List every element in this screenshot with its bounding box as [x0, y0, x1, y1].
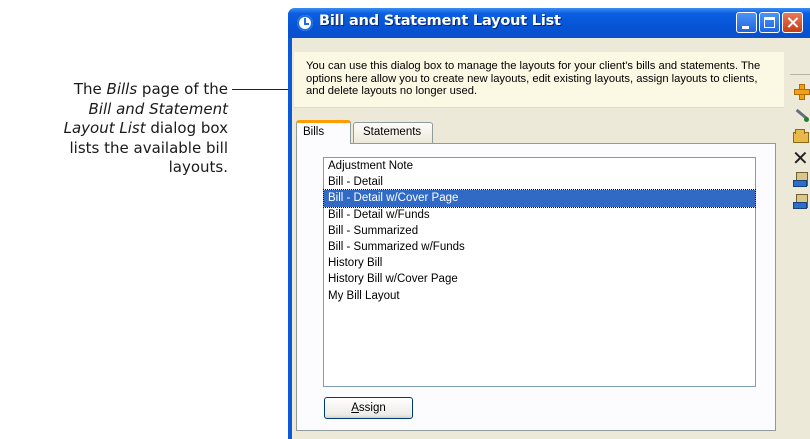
list-item[interactable]: Bill - Summarized w/Funds	[324, 239, 755, 255]
callout-leader-line	[232, 89, 296, 90]
list-item[interactable]: History Bill w/Cover Page	[324, 271, 755, 287]
tab-statements[interactable]: Statements	[353, 122, 433, 143]
assign-mnemonic: A	[351, 402, 359, 414]
maximize-button[interactable]	[759, 12, 780, 33]
callout-line1: The	[73, 80, 107, 98]
assign-button[interactable]: Assign	[324, 397, 413, 419]
close-button[interactable]	[782, 12, 803, 33]
open-folder-icon[interactable]	[792, 126, 810, 146]
list-item[interactable]: History Bill	[324, 255, 755, 271]
list-item[interactable]: My Bill Layout	[324, 288, 755, 304]
minimize-button[interactable]	[736, 12, 757, 33]
dialog-client-area: You can use this dialog box to manage th…	[292, 38, 810, 439]
delete-icon[interactable]: ✕	[792, 148, 810, 168]
toolbar-separator	[790, 74, 810, 75]
edit-icon[interactable]	[792, 104, 810, 124]
list-item[interactable]: Adjustment Note	[324, 158, 755, 174]
callout-line1b: page of the	[137, 80, 228, 98]
bills-tab-panel: Adjustment Note Bill - Detail Bill - Det…	[296, 143, 776, 431]
assign-label-rest: ssign	[358, 402, 386, 414]
list-item[interactable]: Bill - Summarized	[324, 223, 755, 239]
list-item-selected[interactable]: Bill - Detail w/Cover Page	[323, 189, 756, 208]
info-text: You can use this dialog box to manage th…	[306, 60, 761, 97]
title-bar[interactable]: Bill and Statement Layout List	[288, 8, 810, 38]
dialog-window: Bill and Statement Layout List You can u…	[288, 8, 810, 439]
assign-icon[interactable]	[792, 170, 810, 190]
add-icon[interactable]	[792, 82, 810, 102]
info-banner: You can use this dialog box to manage th…	[294, 52, 784, 108]
tab-bills[interactable]: Bills	[296, 120, 351, 144]
list-item[interactable]: Bill - Detail	[324, 174, 755, 190]
callout-text: The Bills page of the Bill and Statement…	[60, 80, 228, 178]
side-toolbar: ✕	[786, 52, 810, 262]
callout-bills-word: Bills	[106, 80, 138, 98]
clock-app-icon[interactable]	[297, 15, 313, 31]
layout-list[interactable]: Adjustment Note Bill - Detail Bill - Det…	[323, 157, 756, 387]
unassign-icon[interactable]	[792, 192, 810, 212]
list-item[interactable]: Bill - Detail w/Funds	[324, 207, 755, 223]
window-title: Bill and Statement Layout List	[319, 13, 561, 29]
